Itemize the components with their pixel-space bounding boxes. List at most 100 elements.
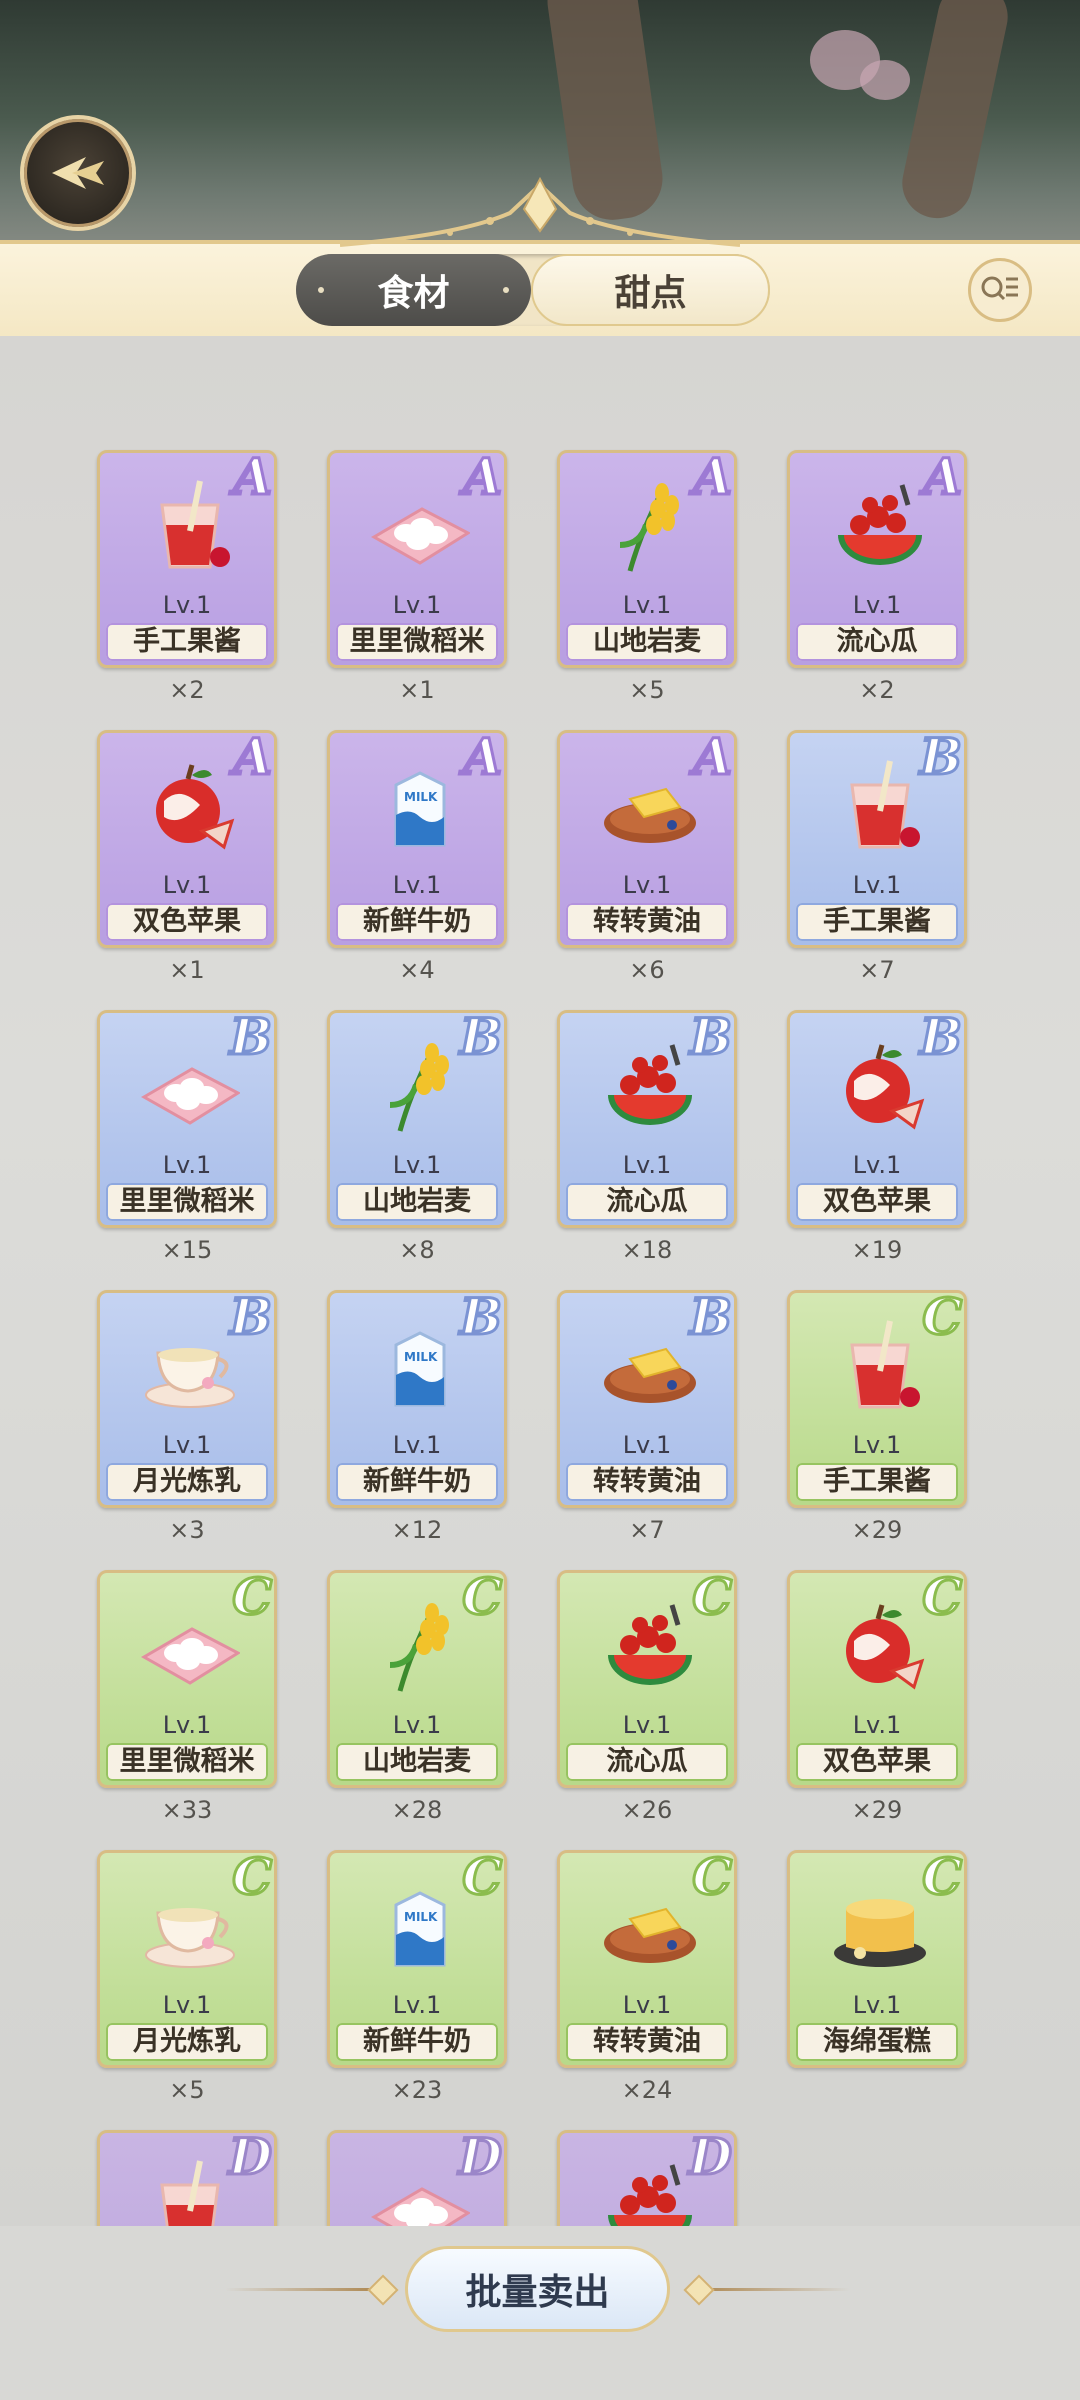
item-quantity: ×6 bbox=[629, 956, 665, 984]
item-name: 里里微稻米 bbox=[106, 1183, 268, 1221]
rank-badge: A bbox=[692, 730, 734, 788]
rank-badge: C bbox=[921, 1850, 964, 1908]
item-card[interactable]: MILK C Lv.1 新鲜牛奶 bbox=[327, 1850, 507, 2068]
filter-button[interactable] bbox=[968, 258, 1032, 322]
item-card[interactable]: A Lv.1 双色苹果 bbox=[97, 730, 277, 948]
item-level: Lv.1 bbox=[852, 1991, 902, 2019]
item-card[interactable]: C Lv.1 海绵蛋糕 bbox=[787, 1850, 967, 2068]
item-card[interactable]: C Lv.1 月光炼乳 bbox=[97, 1850, 277, 2068]
item-level: Lv.1 bbox=[622, 871, 672, 899]
item-quantity: ×29 bbox=[851, 1516, 903, 1544]
filter-list-icon bbox=[981, 276, 1018, 301]
left-divider bbox=[225, 2288, 370, 2291]
item-card[interactable]: MILK A Lv.1 新鲜牛奶 bbox=[327, 730, 507, 948]
rank-badge: C bbox=[921, 1570, 964, 1628]
rank-badge: C bbox=[231, 1850, 274, 1908]
item-quantity: ×23 bbox=[391, 2076, 443, 2104]
item-level: Lv.1 bbox=[392, 871, 442, 899]
item-card[interactable]: D bbox=[327, 2130, 507, 2226]
category-tabs: 食材 甜点 bbox=[296, 254, 770, 326]
item-name: 流心瓜 bbox=[796, 623, 958, 661]
jam-drink-icon bbox=[140, 2155, 240, 2226]
item-quantity: ×8 bbox=[399, 1236, 435, 1264]
item-quantity: ×1 bbox=[399, 676, 435, 704]
back-button[interactable] bbox=[20, 115, 136, 231]
rank-badge: B bbox=[228, 1290, 273, 1348]
bulk-sell-button[interactable]: 批量卖出 bbox=[405, 2246, 670, 2332]
item-card[interactable]: A Lv.1 里里微稻米 bbox=[327, 450, 507, 668]
item-level: Lv.1 bbox=[852, 591, 902, 619]
item-name: 月光炼乳 bbox=[106, 2023, 268, 2061]
rice-icon bbox=[140, 1035, 242, 1135]
rank-badge: B bbox=[918, 730, 963, 788]
item-card[interactable]: A Lv.1 转转黄油 bbox=[557, 730, 737, 948]
item-name: 双色苹果 bbox=[796, 1183, 958, 1221]
item-level: Lv.1 bbox=[622, 1151, 672, 1179]
rank-badge: B bbox=[688, 1010, 733, 1068]
item-card[interactable]: B Lv.1 山地岩麦 bbox=[327, 1010, 507, 1228]
item-level: Lv.1 bbox=[162, 1431, 212, 1459]
rank-badge: D bbox=[687, 2130, 733, 2188]
item-level: Lv.1 bbox=[162, 591, 212, 619]
item-quantity: ×24 bbox=[621, 2076, 673, 2104]
apple-icon bbox=[140, 755, 240, 855]
item-level: Lv.1 bbox=[162, 1711, 212, 1739]
svg-text:MILK: MILK bbox=[404, 1350, 438, 1364]
melon-icon bbox=[830, 475, 930, 575]
item-card[interactable]: B Lv.1 月光炼乳 bbox=[97, 1290, 277, 1508]
rank-badge: A bbox=[232, 450, 274, 508]
item-name: 山地岩麦 bbox=[336, 1743, 498, 1781]
item-name: 里里微稻米 bbox=[336, 623, 498, 661]
butter-icon bbox=[600, 1875, 700, 1975]
item-card[interactable]: D bbox=[97, 2130, 277, 2226]
item-card[interactable]: B Lv.1 转转黄油 bbox=[557, 1290, 737, 1508]
wheat-icon bbox=[370, 1035, 470, 1135]
jam-drink-icon bbox=[830, 1315, 930, 1415]
rank-badge: A bbox=[922, 450, 964, 508]
item-level: Lv.1 bbox=[392, 1151, 442, 1179]
item-quantity: ×26 bbox=[621, 1796, 673, 1824]
item-card[interactable]: C Lv.1 转转黄油 bbox=[557, 1850, 737, 2068]
tab-ingredients[interactable]: 食材 bbox=[296, 254, 531, 326]
sponge-cake-icon bbox=[830, 1875, 930, 1975]
milk-icon: MILK bbox=[370, 1875, 470, 1975]
rank-badge: C bbox=[231, 1570, 274, 1628]
item-card[interactable]: MILK B Lv.1 新鲜牛奶 bbox=[327, 1290, 507, 1508]
rank-badge: D bbox=[227, 2130, 273, 2188]
melon-icon bbox=[600, 2155, 700, 2226]
rank-badge: C bbox=[691, 1570, 734, 1628]
tab-desserts-label: 甜点 bbox=[614, 273, 687, 314]
svg-text:MILK: MILK bbox=[404, 1910, 438, 1924]
butter-icon bbox=[600, 755, 700, 855]
rank-badge: B bbox=[918, 1010, 963, 1068]
item-card[interactable]: B Lv.1 手工果酱 bbox=[787, 730, 967, 948]
item-name: 转转黄油 bbox=[566, 1463, 728, 1501]
item-card[interactable]: A Lv.1 手工果酱 bbox=[97, 450, 277, 668]
item-name: 手工果酱 bbox=[796, 903, 958, 941]
item-level: Lv.1 bbox=[622, 591, 672, 619]
rank-badge: B bbox=[688, 1290, 733, 1348]
item-card[interactable]: C Lv.1 山地岩麦 bbox=[327, 1570, 507, 1788]
apple-icon bbox=[830, 1035, 930, 1135]
milk-icon: MILK bbox=[370, 1315, 470, 1415]
item-card[interactable]: B Lv.1 双色苹果 bbox=[787, 1010, 967, 1228]
tab-desserts[interactable]: 甜点 bbox=[531, 254, 770, 326]
rank-badge: D bbox=[457, 2130, 503, 2188]
item-card[interactable]: B Lv.1 里里微稻米 bbox=[97, 1010, 277, 1228]
rank-badge: B bbox=[458, 1290, 503, 1348]
item-quantity: ×7 bbox=[629, 1516, 665, 1544]
rice-icon bbox=[370, 2155, 472, 2226]
apple-icon bbox=[830, 1595, 930, 1695]
item-level: Lv.1 bbox=[852, 871, 902, 899]
rank-badge: C bbox=[461, 1570, 504, 1628]
item-card[interactable]: A Lv.1 流心瓜 bbox=[787, 450, 967, 668]
teacup-icon bbox=[140, 1875, 240, 1975]
item-card[interactable]: C Lv.1 流心瓜 bbox=[557, 1570, 737, 1788]
item-card[interactable]: C Lv.1 双色苹果 bbox=[787, 1570, 967, 1788]
item-card[interactable]: A Lv.1 山地岩麦 bbox=[557, 450, 737, 668]
item-card[interactable]: C Lv.1 手工果酱 bbox=[787, 1290, 967, 1508]
item-card[interactable]: D bbox=[557, 2130, 737, 2226]
item-level: Lv.1 bbox=[852, 1711, 902, 1739]
item-card[interactable]: B Lv.1 流心瓜 bbox=[557, 1010, 737, 1228]
item-card[interactable]: C Lv.1 里里微稻米 bbox=[97, 1570, 277, 1788]
